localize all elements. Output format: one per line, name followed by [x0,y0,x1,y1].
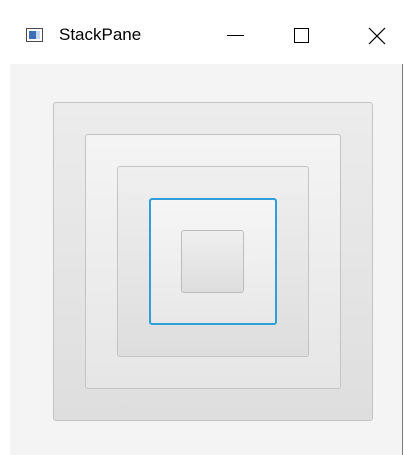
close-button[interactable] [355,14,399,58]
scene-content [10,64,402,455]
stack-pane [10,64,402,455]
app-icon-pane [36,31,40,39]
maximize-icon [294,28,309,43]
minimize-icon [227,35,244,36]
stacked-button-5[interactable] [181,230,244,293]
app-icon[interactable] [26,28,43,42]
maximize-button[interactable] [280,14,324,58]
application-window: StackPane [0,0,403,455]
title-bar[interactable]: StackPane [0,0,403,64]
minimize-button[interactable] [214,14,258,58]
close-icon [368,27,386,45]
window-title: StackPane [59,25,142,44]
app-icon-pane [29,31,36,39]
